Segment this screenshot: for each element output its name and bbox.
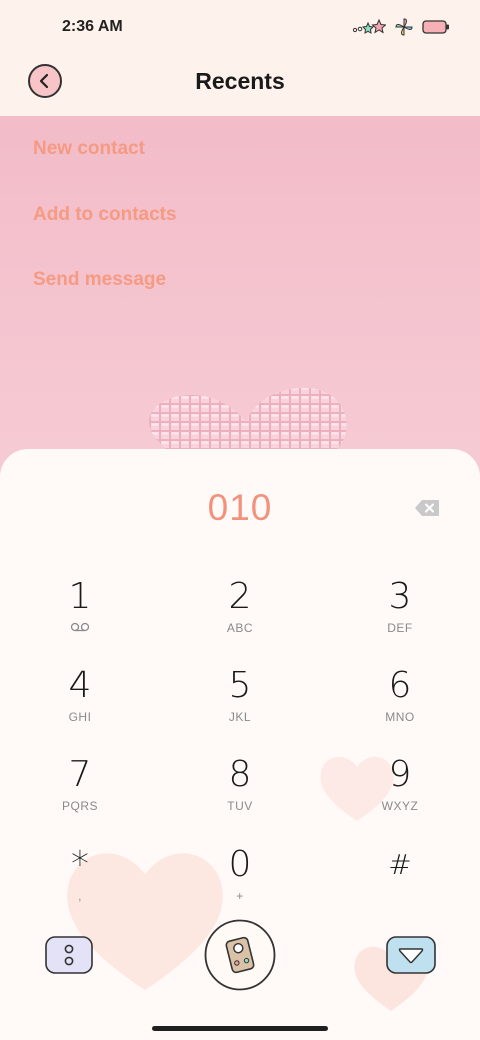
page-title: Recents xyxy=(195,68,285,94)
key-letters: DEF xyxy=(387,621,413,635)
status-bar: 2:36 AM xyxy=(0,0,480,56)
hide-keypad-icon xyxy=(386,936,436,974)
key-letters: + xyxy=(236,889,244,903)
key-1[interactable]: 1 xyxy=(20,577,140,657)
key-letters: TUV xyxy=(227,799,253,813)
key-3[interactable]: 3 DEF xyxy=(340,577,460,657)
send-message-option[interactable]: Send message xyxy=(33,269,166,291)
dialpad-panel: 010 1 2 ABC 3 DEF 4 GHI 5 JKL 6 MNO 7 PQ… xyxy=(0,449,480,1040)
pinwheel-icon xyxy=(395,18,413,36)
options-menu: New contact Add to contacts Send message xyxy=(0,116,480,476)
key-digit: 3 xyxy=(388,576,412,617)
key-letters: ABC xyxy=(226,621,254,635)
more-options-button[interactable] xyxy=(45,936,93,979)
key-digit: 8 xyxy=(228,754,252,795)
key-7[interactable]: 7 PQRS xyxy=(20,755,140,835)
title-bar: Recents xyxy=(0,56,480,116)
key-0[interactable]: 0 + xyxy=(180,845,300,925)
key-digit: * xyxy=(71,844,89,885)
key-digit: 2 xyxy=(228,576,252,617)
key-digit: 6 xyxy=(388,665,412,706)
call-icon xyxy=(204,919,276,991)
key-digit: 0 xyxy=(228,844,252,885)
battery-icon xyxy=(422,20,449,34)
hide-keypad-button[interactable] xyxy=(386,936,436,979)
key-star[interactable]: * , xyxy=(20,845,140,925)
home-indicator[interactable] xyxy=(152,1026,328,1031)
key-hash[interactable]: # xyxy=(340,845,460,925)
status-time: 2:36 AM xyxy=(62,18,123,35)
key-letters: JKL xyxy=(228,710,252,724)
backspace-icon[interactable] xyxy=(414,499,440,517)
key-digit: 4 xyxy=(68,665,92,706)
more-dots-icon xyxy=(45,936,93,974)
key-letters: MNO xyxy=(385,710,415,724)
dialed-number: 010 xyxy=(207,487,273,528)
key-5[interactable]: 5 JKL xyxy=(180,666,300,746)
key-digit: # xyxy=(388,848,412,881)
add-to-contacts-option[interactable]: Add to contacts xyxy=(33,204,177,226)
key-letters: PQRS xyxy=(61,799,98,813)
stars-icon xyxy=(352,19,386,34)
voicemail-icon xyxy=(20,621,140,635)
key-digit: 1 xyxy=(68,576,92,617)
call-button[interactable] xyxy=(204,919,276,996)
key-digit: 9 xyxy=(388,754,412,795)
status-icons xyxy=(352,17,450,37)
key-8[interactable]: 8 TUV xyxy=(180,755,300,835)
key-letters: , xyxy=(78,889,82,903)
key-6[interactable]: 6 MNO xyxy=(340,666,460,746)
key-9[interactable]: 9 WXYZ xyxy=(340,755,460,835)
key-digit: 7 xyxy=(68,754,92,795)
new-contact-option[interactable]: New contact xyxy=(33,138,145,160)
key-2[interactable]: 2 ABC xyxy=(180,577,300,657)
key-letters: WXYZ xyxy=(381,799,419,813)
key-digit: 5 xyxy=(228,665,252,706)
key-letters xyxy=(340,889,460,903)
key-4[interactable]: 4 GHI xyxy=(20,666,140,746)
key-letters: GHI xyxy=(68,710,92,724)
